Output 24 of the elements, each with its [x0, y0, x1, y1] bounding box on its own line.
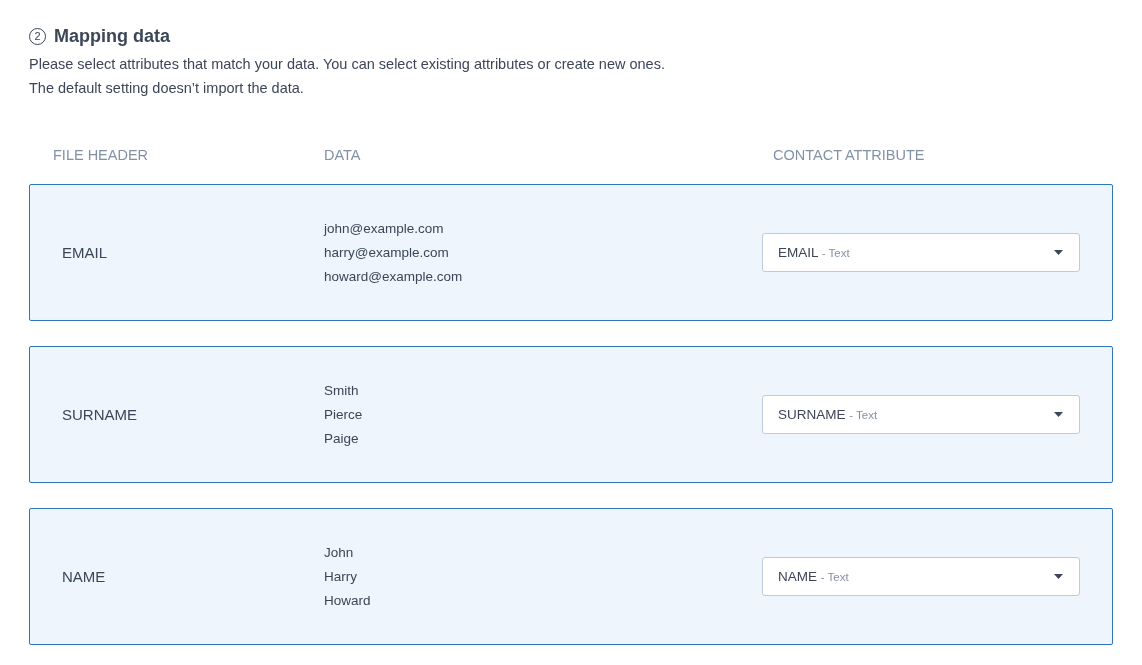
data-value: Paige [324, 430, 360, 448]
section-title: Mapping data [54, 25, 170, 47]
data-value: John [324, 544, 355, 562]
caret-icon [1054, 574, 1063, 579]
attribute-dropdown[interactable]: SURNAME - Text [762, 395, 1080, 434]
attribute-dropdown[interactable]: NAME - Text [762, 557, 1080, 596]
caret-icon [1054, 250, 1063, 255]
file-header-label: EMAIL [62, 244, 108, 261]
attribute-dropdown[interactable]: EMAIL - Text [762, 233, 1080, 272]
data-value: Howard [324, 592, 372, 610]
caret-icon [1054, 412, 1063, 417]
file-header-label: SURNAME [62, 406, 138, 423]
column-header: CONTACT ATTRIBUTE [772, 147, 926, 163]
column-header: DATA [324, 147, 362, 163]
column-header: FILE HEADER [53, 147, 150, 163]
data-value: howard@example.com [324, 268, 464, 286]
file-header-label: NAME [62, 568, 107, 585]
data-value: john@example.com [324, 220, 445, 238]
data-value: harry@example.com [324, 244, 450, 262]
data-value: Harry [324, 568, 358, 586]
description-text: Please select attributes that match your data. You can select existing attributes or create new ones. [29, 55, 666, 74]
data-value: Smith [324, 382, 360, 400]
data-value: Pierce [324, 406, 364, 424]
description-text: The default setting doesn’t import the data. [29, 79, 305, 98]
